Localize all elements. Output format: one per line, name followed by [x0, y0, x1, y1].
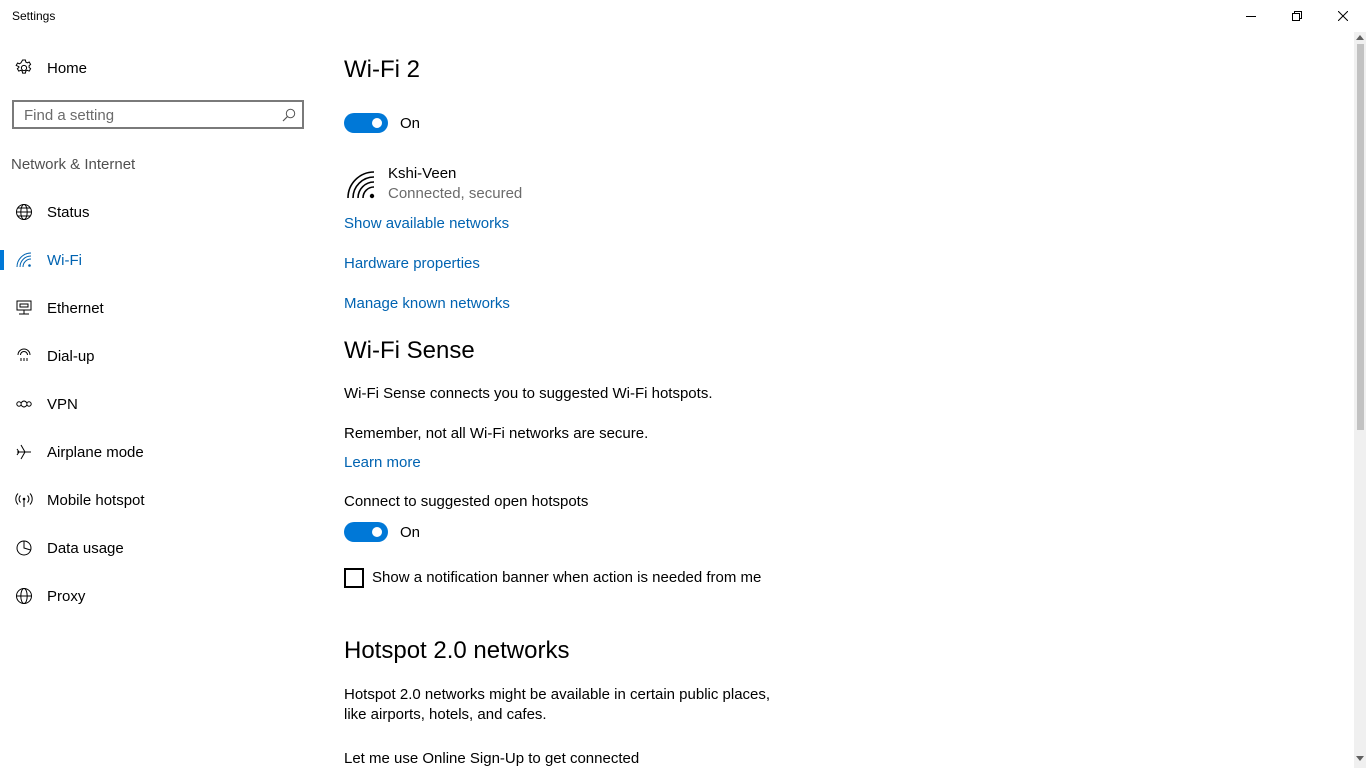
vertical-scrollbar[interactable]	[1354, 32, 1366, 768]
restore-button[interactable]	[1274, 0, 1320, 32]
minimize-button[interactable]	[1228, 0, 1274, 32]
airplane-icon	[14, 442, 34, 462]
learn-more-link[interactable]: Learn more	[344, 454, 421, 471]
connect-hotspots-toggle[interactable]	[344, 522, 388, 542]
sidebar: Home Network & Internet Status	[0, 32, 320, 768]
sidebar-item-home[interactable]: Home	[0, 46, 320, 90]
sidebar-item-airplane-mode[interactable]: Airplane mode	[0, 430, 320, 474]
scroll-up-arrow-icon[interactable]	[1354, 34, 1366, 44]
search-box[interactable]	[12, 100, 304, 129]
wifi-toggle[interactable]	[344, 113, 388, 133]
sidebar-item-label: Ethernet	[47, 299, 104, 317]
wifi-sense-remember: Remember, not all Wi-Fi networks are sec…	[344, 425, 649, 442]
globe-icon	[14, 586, 34, 606]
sidebar-item-label: Data usage	[47, 539, 124, 557]
sidebar-item-label: Status	[47, 203, 90, 221]
hotspot-icon	[14, 490, 34, 510]
sidebar-item-label: Dial-up	[47, 347, 95, 365]
search-input[interactable]	[24, 105, 274, 125]
globe-status-icon	[14, 202, 34, 222]
sidebar-item-ethernet[interactable]: Ethernet	[0, 286, 320, 330]
hotspot20-description-line1: Hotspot 2.0 networks might be available …	[344, 686, 771, 703]
section-label: Network & Internet	[11, 156, 136, 173]
sidebar-item-label: Home	[47, 59, 88, 77]
wifi-sense-description: Wi-Fi Sense connects you to suggested Wi…	[344, 385, 713, 402]
close-icon	[1338, 11, 1348, 21]
manage-known-networks-link[interactable]: Manage known networks	[344, 295, 510, 312]
ethernet-icon	[14, 298, 34, 318]
page-title: Wi-Fi 2	[344, 56, 420, 83]
scrollbar-thumb[interactable]	[1357, 44, 1364, 430]
search-icon[interactable]	[282, 108, 296, 127]
wifi-icon	[14, 250, 34, 270]
vpn-icon	[14, 394, 34, 414]
wifi-sense-heading: Wi-Fi Sense	[344, 337, 475, 364]
toggle-knob	[372, 527, 382, 537]
sidebar-item-proxy[interactable]: Proxy	[0, 574, 320, 618]
toggle-knob	[372, 118, 382, 128]
hardware-properties-link[interactable]: Hardware properties	[344, 255, 480, 272]
wifi-toggle-label: On	[400, 115, 421, 132]
network-status: Connected, secured	[388, 185, 523, 202]
connected-network[interactable]: Kshi-Veen Connected, secured	[344, 164, 644, 208]
window-title: Settings	[12, 9, 56, 23]
sidebar-item-status[interactable]: Status	[0, 190, 320, 234]
sidebar-item-label: Mobile hotspot	[47, 491, 145, 509]
online-signup-label: Let me use Online Sign-Up to get connect…	[344, 750, 640, 767]
wifi-signal-icon	[346, 170, 376, 205]
restore-icon	[1292, 11, 1302, 21]
data-usage-icon	[14, 538, 34, 558]
connect-hotspots-toggle-label: On	[400, 524, 421, 541]
gear-icon	[14, 58, 34, 78]
scroll-down-arrow-icon[interactable]	[1354, 756, 1366, 766]
minimize-icon	[1246, 16, 1256, 17]
title-bar: Settings	[0, 0, 1366, 32]
main-content: Wi-Fi 2 On Kshi-Veen Connected, secured …	[344, 32, 1324, 768]
sidebar-item-data-usage[interactable]: Data usage	[0, 526, 320, 570]
close-button[interactable]	[1320, 0, 1366, 32]
sidebar-item-label: VPN	[47, 395, 78, 413]
network-name: Kshi-Veen	[388, 165, 457, 182]
connect-hotspots-label: Connect to suggested open hotspots	[344, 493, 589, 510]
hotspot20-heading: Hotspot 2.0 networks	[344, 637, 570, 664]
notification-banner-checkbox[interactable]	[344, 568, 364, 588]
sidebar-item-label: Wi-Fi	[47, 251, 82, 269]
dialup-icon	[14, 346, 34, 366]
sidebar-item-label: Proxy	[47, 587, 86, 605]
hotspot20-description-line2: like airports, hotels, and cafes.	[344, 706, 547, 723]
sidebar-item-label: Airplane mode	[47, 443, 144, 461]
show-available-networks-link[interactable]: Show available networks	[344, 215, 509, 232]
notification-banner-label: Show a notification banner when action i…	[372, 569, 762, 586]
sidebar-item-dialup[interactable]: Dial-up	[0, 334, 320, 378]
sidebar-item-wifi[interactable]: Wi-Fi	[0, 238, 320, 282]
sidebar-item-mobile-hotspot[interactable]: Mobile hotspot	[0, 478, 320, 522]
active-indicator	[0, 250, 4, 270]
sidebar-item-vpn[interactable]: VPN	[0, 382, 320, 426]
